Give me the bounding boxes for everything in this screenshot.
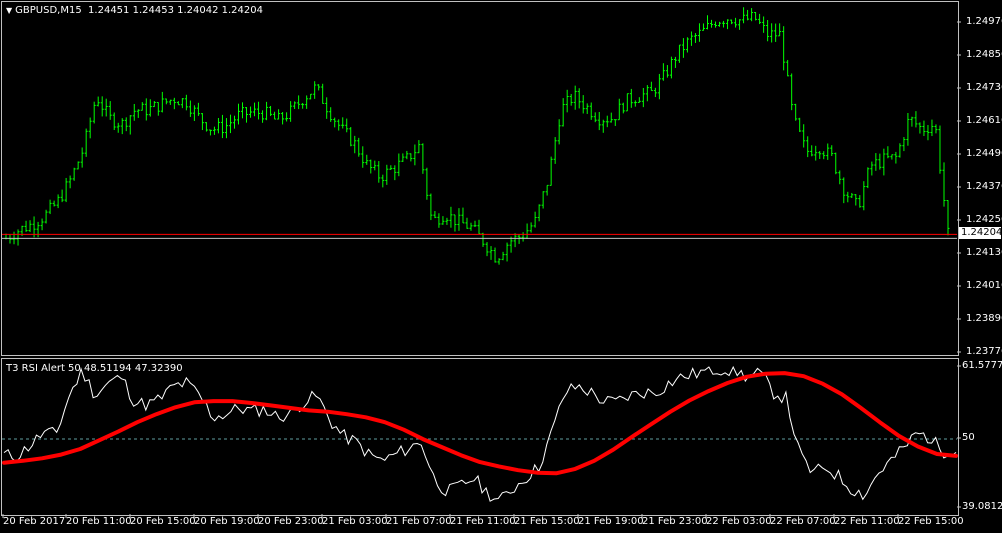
price-axis-label: 1.24016 [966, 280, 1002, 291]
t3-line [2, 371, 958, 476]
price-axis-label: 1.24736 [966, 82, 1002, 93]
indicator-axis-mid: 50 [962, 432, 975, 443]
time-axis-label: 22 Feb 07:00 [770, 516, 836, 527]
time-axis-label: 21 Feb 11:00 [450, 516, 516, 527]
time-axis-label: 22 Feb 11:00 [834, 516, 900, 527]
symbol-title: GBPUSD,M15 1.24451 1.24453 1.24042 1.242… [15, 5, 263, 16]
rsi-line [3, 365, 957, 502]
time-axis-label: 20 Feb 19:00 [194, 516, 260, 527]
time-axis-label: 21 Feb 07:00 [386, 516, 452, 527]
dropdown-triangle-icon[interactable]: ▼ [6, 6, 12, 15]
price-axis-label: 1.24256 [966, 214, 1002, 225]
current-price-tag: 1.24204 [959, 227, 1002, 239]
price-axis-label: 1.24856 [966, 49, 1002, 60]
price-axis-label: 1.24496 [966, 148, 1002, 159]
price-axis-label: 1.23896 [966, 313, 1002, 324]
price-axis-label: 1.24976 [966, 16, 1002, 27]
chart-canvas[interactable] [0, 0, 1002, 533]
time-axis-label: 21 Feb 03:00 [322, 516, 388, 527]
chart-title: ▼ GBPUSD,M15 1.24451 1.24453 1.24042 1.24… [6, 5, 263, 16]
price-axis-label: 1.24136 [966, 247, 1002, 258]
time-axis-label: 20 Feb 11:00 [66, 516, 132, 527]
indicator-axis-bottom: 39.08129 [962, 501, 1002, 512]
indicator-title: T3 RSI Alert 50 48.51194 47.32390 [6, 363, 183, 374]
time-axis-label: 21 Feb 23:00 [642, 516, 708, 527]
time-axis-label: 20 Feb 23:00 [258, 516, 324, 527]
time-axis-label: 22 Feb 03:00 [706, 516, 772, 527]
indicator-axis-top: 61.57775 [962, 360, 1002, 371]
time-axis-label: 20 Feb 2017 [3, 516, 66, 527]
time-axis-label: 22 Feb 15:00 [898, 516, 964, 527]
price-axis-label: 1.24376 [966, 181, 1002, 192]
price-axis-label: 1.24616 [966, 115, 1002, 126]
time-axis-label: 21 Feb 15:00 [514, 516, 580, 527]
price-axis-label: 1.23776 [966, 346, 1002, 357]
time-axis-label: 21 Feb 19:00 [578, 516, 644, 527]
time-axis-label: 20 Feb 15:00 [130, 516, 196, 527]
